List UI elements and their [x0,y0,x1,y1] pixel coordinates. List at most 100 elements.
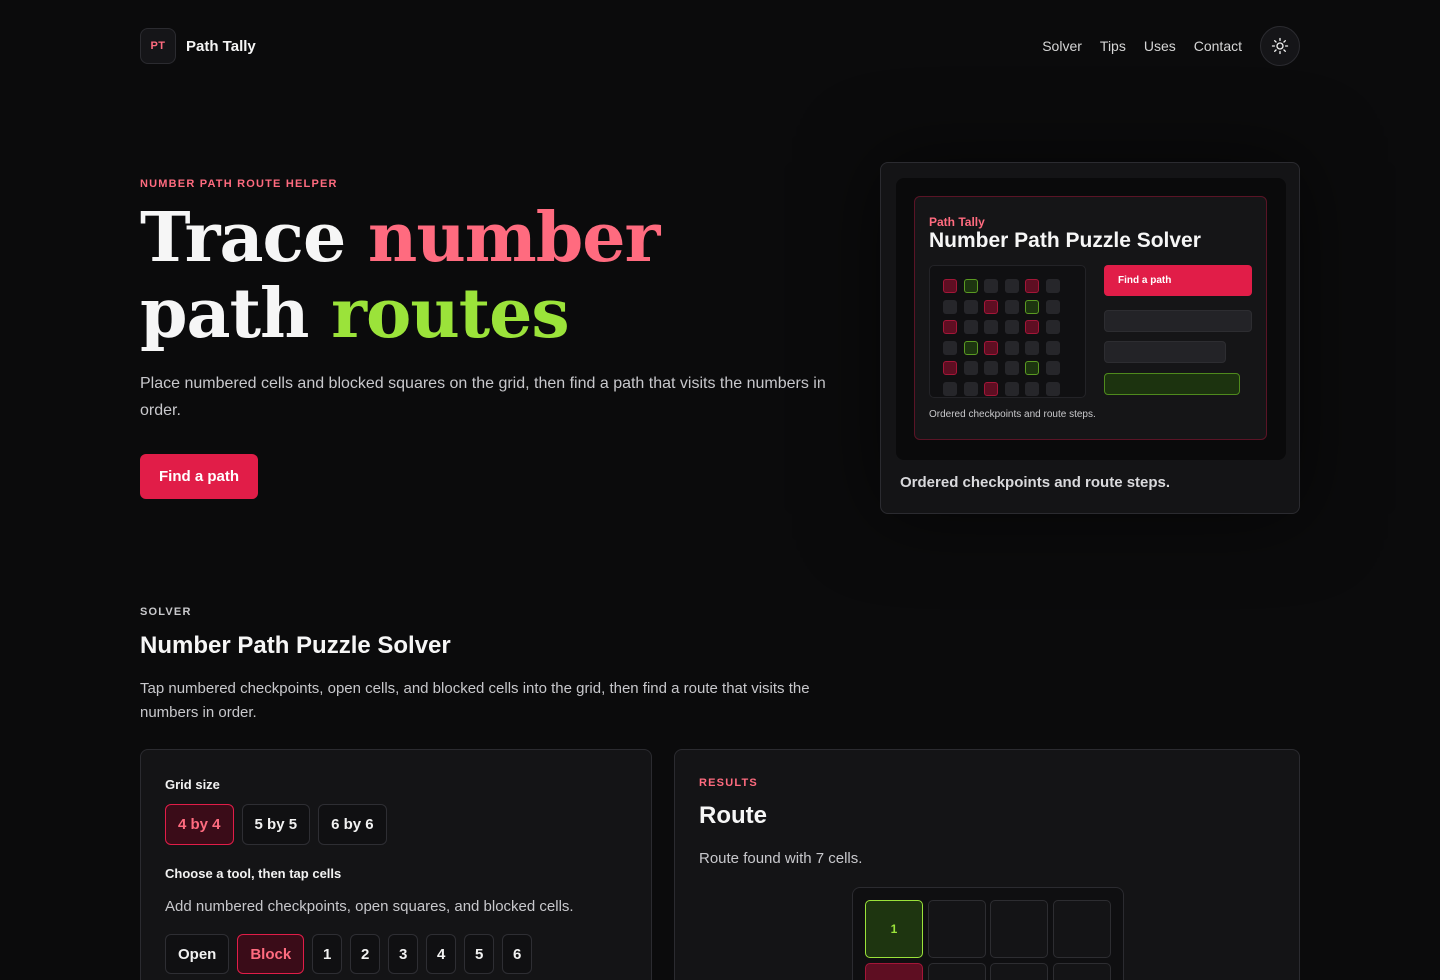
preview-checkpoint-cell [1025,299,1039,314]
results-eyebrow: RESULTS [699,777,758,789]
controls-panel: Grid size 4 by 4 5 by 5 6 by 6 Choose a … [140,749,652,980]
theme-toggle-button[interactable] [1260,26,1300,66]
preview-cell [1045,381,1060,396]
hero-title-part-4: routes [331,274,570,354]
preview-cell [1004,299,1019,314]
board-cell[interactable] [927,963,986,980]
board-cell[interactable] [927,900,986,958]
preview-grid [943,279,1060,396]
preview-placeholder-bar [1104,341,1226,363]
size-4-button[interactable]: 4 by 4 [165,804,234,845]
hero-description: Place numbered cells and blocked squares… [140,375,826,419]
main-nav: Solver Tips Uses Contact [1024,26,1300,66]
results-status: Route found with 7 cells. [699,850,863,867]
solver-title: Number Path Puzzle Solver [140,632,451,659]
tool-block-button[interactable]: Block [237,934,305,974]
preview-cell [984,320,998,334]
preview-grid-box [929,265,1086,398]
hero-title-part-3: path [140,274,332,354]
preview-cell [963,381,978,396]
brand-name: Path Tally [186,37,256,55]
preview-cell [1004,279,1019,293]
board-blocked-cell[interactable] [865,963,923,980]
preview-cell [1025,381,1039,396]
preview-cell [1004,381,1019,396]
preview-cell [1004,320,1019,334]
route-board: 1 [852,887,1124,980]
nav-link-contact[interactable]: Contact [1194,38,1242,54]
site-header: PT Path Tally Solver Tips Uses Contact [140,26,1300,66]
tool-number-1-button[interactable]: 1 [312,934,343,974]
results-title: Route [699,802,767,829]
solver-eyebrow: SOLVER [140,606,192,618]
preview-cell [943,299,957,314]
preview-blocked-cell [1025,279,1039,293]
preview-blocked-cell [984,381,998,396]
preview-checkpoint-cell [1025,361,1039,375]
preview-cell [1045,320,1060,334]
logo-badge: PT [140,28,176,64]
preview-brand: Path Tally [929,215,985,229]
preview-cell [1004,340,1019,355]
board-checkpoint-cell[interactable]: 1 [865,900,923,958]
tool-options: Open Block 1 2 3 4 5 6 [165,934,533,974]
preview-cell [984,279,998,293]
preview-cell [1025,340,1039,355]
preview-blocked-cell [943,320,957,334]
hero-eyebrow: NUMBER PATH ROUTE HELPER [140,178,338,190]
tool-description: Add numbered checkpoints, open squares, … [165,898,574,915]
hero-title: Trace number path routes [140,200,850,352]
preview-cell [943,381,957,396]
preview-cell [963,320,978,334]
hero: NUMBER PATH ROUTE HELPER Trace number pa… [140,178,850,499]
preview-placeholder-bar [1104,310,1252,332]
nav-link-tips[interactable]: Tips [1100,38,1126,54]
preview-mini-app: Path Tally Number Path Puzzle Solver Fin… [914,196,1267,440]
tool-number-5-button[interactable]: 5 [464,934,495,974]
board-cell[interactable] [990,900,1048,958]
preview-frame: Path Tally Number Path Puzzle Solver Fin… [896,178,1286,460]
preview-cell [963,299,978,314]
tool-label: Choose a tool, then tap cells [165,866,342,881]
hero-title-part-2: number [367,198,660,278]
preview-blocked-cell [984,340,998,355]
preview-checkpoint-cell [963,279,978,293]
preview-cell [1045,340,1060,355]
preview-title: Number Path Puzzle Solver [929,229,1201,252]
board-cell[interactable] [990,963,1048,980]
preview-find-path-button: Find a path [1104,265,1252,296]
solver-description: Tap numbered checkpoints, open cells, an… [140,680,810,721]
nav-link-uses[interactable]: Uses [1144,38,1176,54]
sun-icon [1271,37,1289,55]
preview-blocked-cell [943,361,957,375]
preview-success-bar [1104,373,1240,395]
tool-number-6-button[interactable]: 6 [502,934,533,974]
grid-size-label: Grid size [165,777,220,792]
hero-title-part-1: Trace [140,198,368,278]
size-6-button[interactable]: 6 by 6 [318,804,387,845]
preview-cell [1045,279,1060,293]
board-cell[interactable] [1052,963,1111,980]
preview-checkpoint-cell [963,340,978,355]
tool-open-button[interactable]: Open [165,934,230,974]
tool-number-4-button[interactable]: 4 [426,934,457,974]
size-5-button[interactable]: 5 by 5 [241,804,311,845]
preview-cell [984,361,998,375]
preview-cell [1004,361,1019,375]
preview-caption: Ordered checkpoints and route steps. [900,474,1171,491]
nav-link-solver[interactable]: Solver [1042,38,1082,54]
preview-cell [1045,299,1060,314]
preview-inner-caption: Ordered checkpoints and route steps. [929,409,1096,420]
app-preview-card: Path Tally Number Path Puzzle Solver Fin… [880,162,1300,514]
results-panel: RESULTS Route Route found with 7 cells. … [674,749,1300,980]
preview-blocked-cell [984,299,998,314]
tool-number-2-button[interactable]: 2 [350,934,381,974]
brand[interactable]: PT Path Tally [140,28,256,64]
preview-cell [963,361,978,375]
route-grid: 1 [865,900,1111,980]
tool-number-3-button[interactable]: 3 [388,934,419,974]
board-cell[interactable] [1052,900,1111,958]
find-path-button[interactable]: Find a path [140,454,258,499]
preview-blocked-cell [1025,320,1039,334]
preview-cell [1045,361,1060,375]
